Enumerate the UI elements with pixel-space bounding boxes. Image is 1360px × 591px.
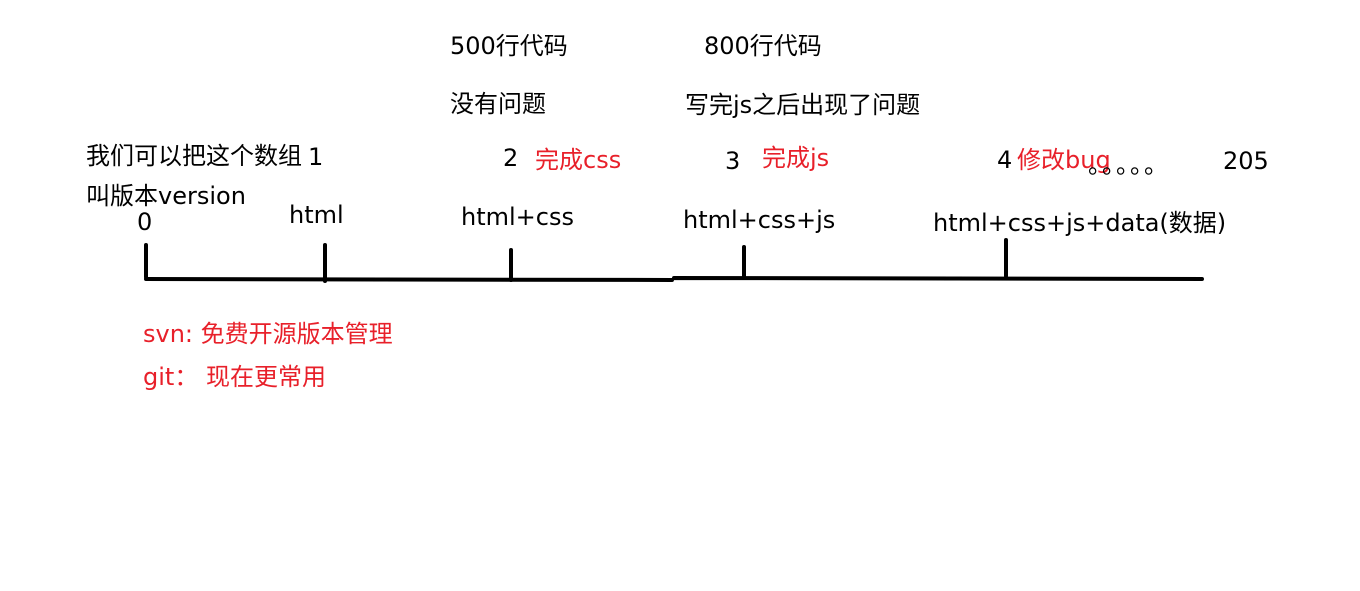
version-content-3: html+css+js xyxy=(683,206,836,234)
timeline-drawing xyxy=(144,238,1204,283)
version-annotation-3: 完成js xyxy=(762,144,830,172)
note-git: git： 现在更常用 xyxy=(143,363,326,391)
version-number-3: 3 xyxy=(725,147,741,175)
version-number-1: 1 xyxy=(308,143,324,171)
version-content-2: html+css xyxy=(461,203,574,231)
version-content-4: html+css+js+data(数据) xyxy=(933,209,1227,237)
timeline-axis xyxy=(144,276,1204,282)
version-number-4: 4 xyxy=(997,146,1013,174)
version-number-0: 0 xyxy=(137,208,153,236)
note-800-lines: 800行代码 xyxy=(704,32,822,60)
version-content-1: html xyxy=(289,201,344,229)
note-svn: svn: 免费开源版本管理 xyxy=(143,320,393,348)
note-array-line1: 我们可以把这个数组 xyxy=(86,142,302,170)
ellipsis: 。。。。。 xyxy=(1088,151,1170,179)
note-js-problem: 写完js之后出现了问题 xyxy=(685,91,921,119)
note-array-line2: 叫版本version xyxy=(86,182,246,210)
note-500-lines: 500行代码 xyxy=(450,32,568,60)
note-no-problem: 没有问题 xyxy=(450,90,546,118)
version-number-last: 205 xyxy=(1223,147,1269,175)
version-annotation-2: 完成css xyxy=(535,146,622,174)
version-number-2: 2 xyxy=(503,144,519,172)
